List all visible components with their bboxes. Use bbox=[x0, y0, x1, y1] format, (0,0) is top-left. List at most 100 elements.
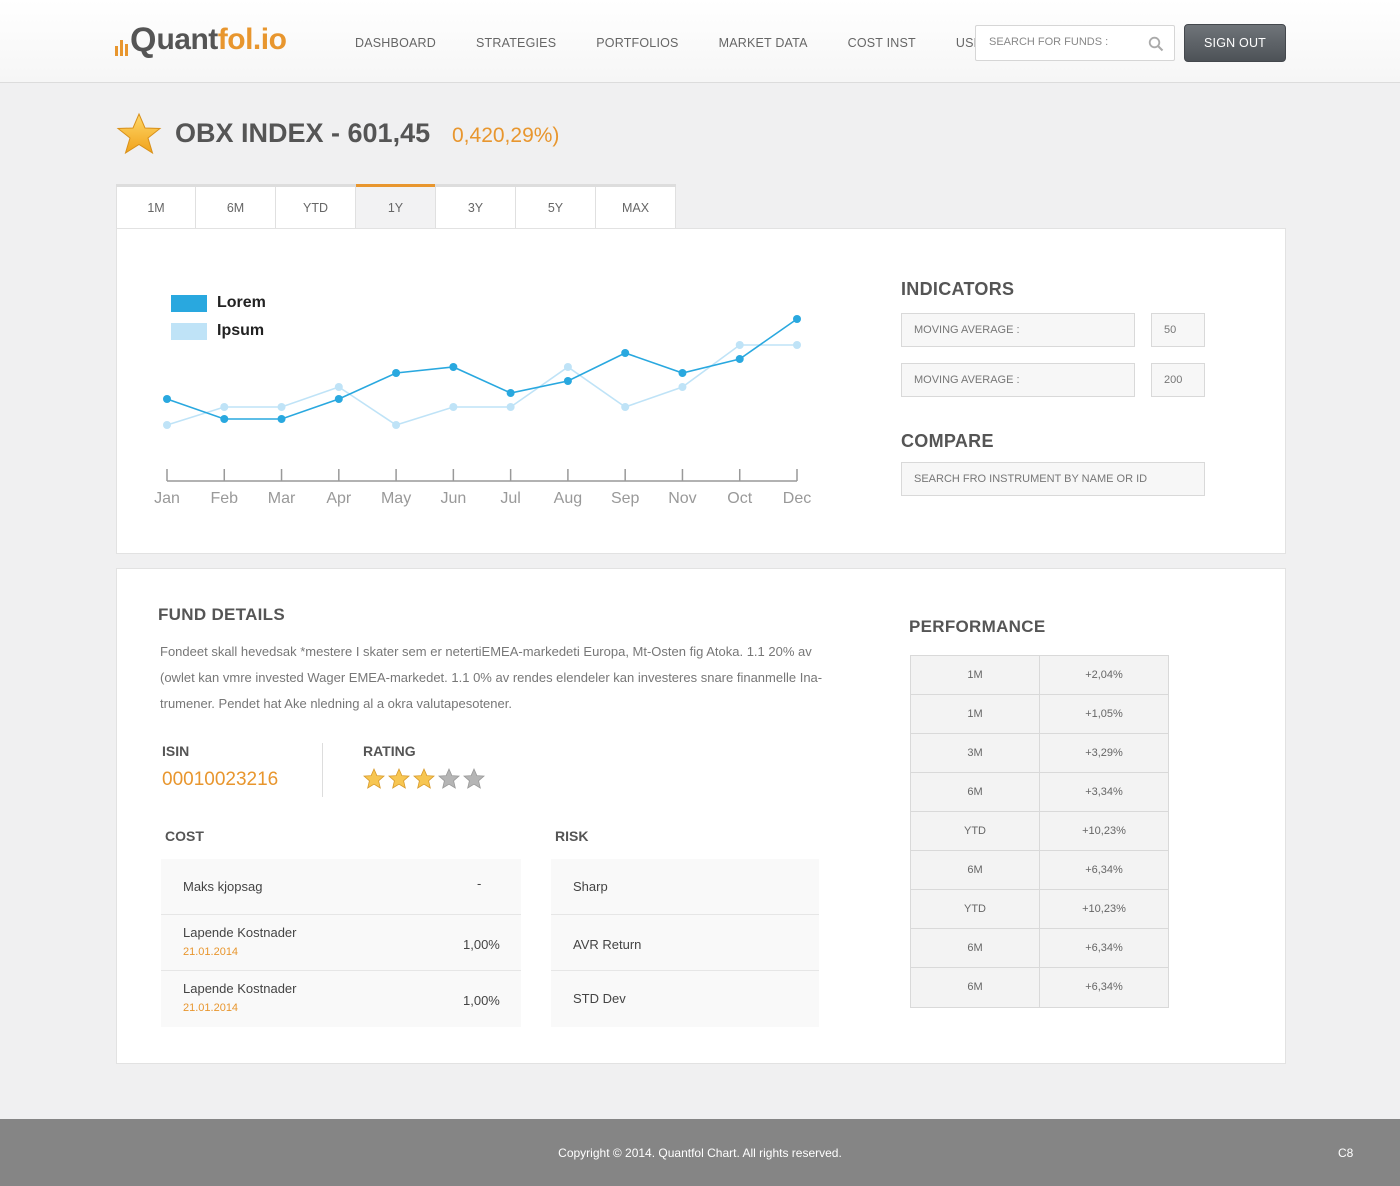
performance-value: +2,04% bbox=[1085, 669, 1123, 681]
chart-panel: Lorem Ipsum Jan Feb Mar Apr May Jun Jul Aug Sep N… bbox=[116, 228, 1286, 554]
indicators-heading: INDICATORS bbox=[901, 279, 1015, 299]
performance-period: 1M bbox=[911, 695, 1040, 733]
fund-search bbox=[975, 25, 1175, 61]
data-point-ipsum[interactable] bbox=[163, 421, 171, 429]
tab-3y[interactable]: 3Y bbox=[436, 187, 516, 231]
risk-heading: RISK bbox=[555, 828, 589, 844]
fund-description: Fondeet skall hevedsak *mestere I skater… bbox=[160, 644, 823, 711]
star-filled-icon bbox=[388, 768, 410, 789]
nav-market-data[interactable]: MARKET DATA bbox=[719, 36, 808, 50]
x-tick-label: Sep bbox=[611, 490, 640, 507]
series-line-lorem bbox=[166, 318, 798, 420]
data-point-lorem[interactable] bbox=[621, 349, 630, 357]
cost-row-date: 21.01.2014 bbox=[183, 946, 239, 958]
search-icon[interactable] bbox=[1148, 36, 1164, 52]
data-point-ipsum[interactable] bbox=[793, 341, 801, 349]
cost-row-name: Maks kjopsag bbox=[183, 879, 263, 894]
fund-details-heading: FUND DETAILS bbox=[158, 605, 285, 624]
x-tick-label: Apr bbox=[326, 490, 352, 507]
isin-value: 00010023216 bbox=[162, 769, 279, 790]
cost-row: Maks kjopsag - bbox=[161, 859, 521, 915]
performance-row: YTD +10,23% bbox=[911, 812, 1168, 851]
moving-average-1-value[interactable]: 50 bbox=[1151, 313, 1205, 347]
isin-label: ISIN bbox=[162, 743, 190, 759]
nav-cost-inst[interactable]: COST INST bbox=[848, 36, 916, 50]
data-point-ipsum[interactable] bbox=[506, 403, 515, 411]
rating-label: RATING bbox=[363, 743, 416, 759]
top-header: Q uantfol.io DASHBOARD STRATEGIES PORTFO… bbox=[0, 0, 1400, 83]
x-tick-label: Oct bbox=[727, 490, 752, 507]
nav-dashboard[interactable]: DASHBOARD bbox=[355, 36, 436, 50]
data-point-ipsum[interactable] bbox=[678, 383, 687, 391]
tab-6m[interactable]: 6M bbox=[196, 187, 276, 231]
fund-search-input[interactable] bbox=[989, 36, 1139, 48]
data-point-lorem[interactable] bbox=[277, 415, 286, 423]
performance-value: +3,29% bbox=[1085, 747, 1123, 759]
moving-average-2-value[interactable]: 200 bbox=[1151, 363, 1205, 397]
tab-1m[interactable]: 1M bbox=[116, 187, 196, 231]
x-tick-label: Aug bbox=[554, 490, 582, 507]
sign-out-button[interactable]: SIGN OUT bbox=[1184, 24, 1286, 62]
favorite-star-icon[interactable] bbox=[116, 112, 162, 156]
x-tick-label: Jan bbox=[154, 490, 180, 507]
performance-row: 1M +2,04% bbox=[911, 656, 1168, 695]
tab-max[interactable]: MAX bbox=[596, 187, 676, 231]
data-point-lorem[interactable] bbox=[163, 395, 171, 403]
data-point-ipsum[interactable] bbox=[563, 363, 572, 371]
performance-period: YTD bbox=[911, 812, 1040, 850]
footer: Copyright © 2014. Quantfol Chart. All ri… bbox=[0, 1119, 1400, 1186]
performance-value: +6,34% bbox=[1085, 864, 1123, 876]
performance-value: +1,05% bbox=[1085, 708, 1123, 720]
data-point-lorem[interactable] bbox=[220, 415, 229, 423]
data-point-lorem[interactable] bbox=[449, 363, 458, 371]
period-tabs: 1M 6M YTD 1Y 3Y 5Y MAX bbox=[116, 184, 676, 231]
data-point-lorem[interactable] bbox=[793, 315, 801, 323]
page-title: OBX INDEX - 601,45 bbox=[175, 118, 431, 148]
logo-text: uantfol.io bbox=[156, 20, 286, 60]
data-point-ipsum[interactable] bbox=[392, 421, 401, 429]
logo[interactable]: Q uantfol.io bbox=[115, 20, 287, 60]
data-point-lorem[interactable] bbox=[563, 377, 572, 385]
data-point-lorem[interactable] bbox=[735, 355, 744, 363]
cost-row-value: 1,00% bbox=[463, 937, 500, 952]
moving-average-1-label[interactable]: MOVING AVERAGE : bbox=[901, 313, 1135, 347]
risk-row-name: AVR Return bbox=[573, 937, 642, 952]
main-nav: DASHBOARD STRATEGIES PORTFOLIOS MARKET D… bbox=[355, 36, 1040, 50]
tab-ytd[interactable]: YTD bbox=[276, 187, 356, 231]
performance-period: 6M bbox=[911, 929, 1040, 967]
nav-strategies[interactable]: STRATEGIES bbox=[476, 36, 556, 50]
x-tick-label: Jun bbox=[440, 490, 466, 507]
performance-row: 3M +3,29% bbox=[911, 734, 1168, 773]
x-tick-label: Dec bbox=[783, 490, 811, 507]
x-tick-label: Nov bbox=[668, 490, 696, 507]
cost-table: Maks kjopsag - Lapende Kostnader 21.01.2… bbox=[161, 859, 521, 1027]
data-point-lorem[interactable] bbox=[506, 389, 515, 397]
performance-period: 1M bbox=[911, 656, 1040, 694]
star-empty-icon bbox=[463, 768, 485, 789]
moving-average-2-label[interactable]: MOVING AVERAGE : bbox=[901, 363, 1135, 397]
performance-value: +6,34% bbox=[1085, 981, 1123, 993]
data-point-ipsum[interactable] bbox=[449, 403, 458, 411]
data-point-lorem[interactable] bbox=[334, 395, 343, 403]
performance-period: 6M bbox=[911, 968, 1040, 1007]
cost-heading: COST bbox=[165, 828, 204, 844]
line-chart: Jan Feb Mar Apr May Jun Jul Aug Sep Nov Oct Dec bbox=[154, 315, 811, 507]
data-point-lorem[interactable] bbox=[678, 369, 687, 377]
risk-row: Sharp bbox=[551, 859, 819, 915]
compare-search-input[interactable] bbox=[914, 473, 1204, 485]
cost-row-name: Lapende Kostnader bbox=[183, 925, 297, 940]
data-point-ipsum[interactable] bbox=[220, 403, 229, 411]
data-point-ipsum[interactable] bbox=[334, 383, 343, 391]
data-point-ipsum[interactable] bbox=[735, 341, 744, 349]
data-point-lorem[interactable] bbox=[392, 369, 401, 377]
tab-1y[interactable]: 1Y bbox=[356, 184, 436, 231]
nav-portfolios[interactable]: PORTFOLIOS bbox=[596, 36, 678, 50]
cost-row: Lapende Kostnader 21.01.2014 1,00% bbox=[161, 915, 521, 971]
tab-5y[interactable]: 5Y bbox=[516, 187, 596, 231]
data-point-ipsum[interactable] bbox=[621, 403, 630, 411]
performance-value: +6,34% bbox=[1085, 942, 1123, 954]
performance-row: 6M +6,34% bbox=[911, 929, 1168, 968]
copyright-text: Copyright © 2014. Quantfol Chart. All ri… bbox=[558, 1146, 842, 1160]
data-point-ipsum[interactable] bbox=[277, 403, 286, 411]
performance-period: YTD bbox=[911, 890, 1040, 928]
